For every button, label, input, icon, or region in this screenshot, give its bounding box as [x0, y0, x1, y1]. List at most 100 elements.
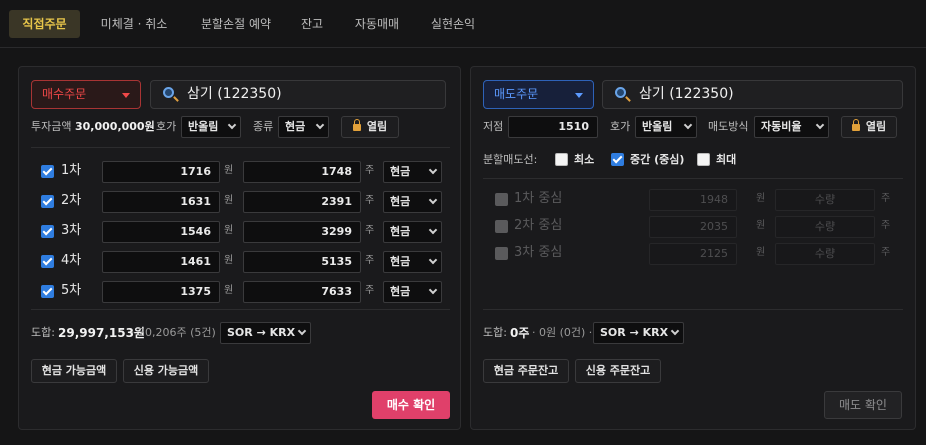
buy-open-button[interactable]: 열림 — [341, 116, 399, 138]
buy-tier-kind-select[interactable]: 현금 — [383, 281, 442, 303]
cash-order-balance-button[interactable]: 현금 주문잔고 — [483, 359, 569, 383]
sell-method-select[interactable]: 자동비율 — [754, 116, 829, 138]
buy-tier-label: 4차 — [61, 253, 82, 268]
chevron-down-icon — [428, 225, 438, 235]
invest-amount-label: 투자금액 — [31, 120, 72, 133]
unit-ju-label: 주 — [365, 225, 375, 236]
sell-tier-qty-input[interactable]: 수량 — [775, 243, 875, 265]
buy-tier-kind-value: 현금 — [390, 195, 411, 208]
sell-tier-price-input[interactable]: 2035 — [649, 216, 737, 238]
buy-kind-value: 현금 — [285, 120, 306, 133]
low-point-input[interactable]: 1510 — [508, 116, 598, 138]
tab-realized-pnl[interactable]: 실현손익 — [420, 10, 486, 38]
credit-order-balance-button[interactable]: 신용 주문잔고 — [575, 359, 661, 383]
buy-tier-qty-input[interactable]: 7633 — [243, 281, 361, 303]
buy-kind-label: 종류 — [253, 120, 274, 133]
divider — [31, 309, 450, 310]
sell-tier-checkbox[interactable] — [495, 193, 508, 206]
unit-won-label: 원 — [756, 247, 766, 258]
sell-stock-search[interactable]: 삼기 (122350) — [602, 80, 903, 109]
credit-available-button[interactable]: 신용 가능금액 — [123, 359, 209, 383]
buy-tier-checkbox[interactable] — [41, 165, 54, 178]
sell-order-type-select[interactable]: 매도주문 — [483, 80, 594, 109]
unit-won-label: 원 — [224, 255, 234, 266]
sell-route-value: SOR → KRX — [600, 326, 669, 339]
chevron-down-icon — [428, 255, 438, 265]
tab-unfilled-cancel[interactable]: 미체결 · 취소 — [88, 10, 180, 38]
sell-hoga-select[interactable]: 반올림 — [635, 116, 697, 138]
unit-ju-label: 주 — [881, 193, 891, 204]
buy-tier-qty-input[interactable]: 1748 — [243, 161, 361, 183]
divider — [31, 147, 450, 148]
option-min-label: 최소 — [574, 153, 595, 166]
buy-tier-price-input[interactable]: 1631 — [102, 191, 220, 213]
buy-tier-checkbox[interactable] — [41, 195, 54, 208]
buy-tier-price-input[interactable]: 1375 — [102, 281, 220, 303]
buy-panel: 매수주문 삼기 (122350) 투자금액 30,000,000원 호가 반올림… — [18, 66, 461, 430]
sell-tier-qty-input[interactable]: 수량 — [775, 216, 875, 238]
tab-auto-trade[interactable]: 자동매매 — [344, 10, 410, 38]
option-min-checkbox[interactable] — [555, 153, 568, 166]
split-sell-label: 분할매도선: — [483, 153, 538, 166]
lock-open-icon — [352, 119, 361, 131]
sell-tier-price-input[interactable]: 1948 — [649, 189, 737, 211]
unit-ju-label: 주 — [365, 255, 375, 266]
buy-hoga-label: 호가 — [156, 120, 177, 133]
sell-route-select[interactable]: SOR → KRX — [593, 322, 684, 344]
buy-tier-qty-input[interactable]: 5135 — [243, 251, 361, 273]
buy-tier-checkbox[interactable] — [41, 285, 54, 298]
option-max-label: 최대 — [716, 153, 737, 166]
buy-tier-kind-select[interactable]: 현금 — [383, 191, 442, 213]
tab-bar: 직접주문 미체결 · 취소 분할손절 예약 잔고 자동매매 실현손익 — [0, 0, 926, 48]
tab-split-stoploss[interactable]: 분할손절 예약 — [190, 10, 282, 38]
buy-tier-qty-input[interactable]: 2391 — [243, 191, 361, 213]
divider — [483, 178, 903, 179]
search-icon — [163, 87, 174, 98]
buy-tier-kind-select[interactable]: 현금 — [383, 161, 442, 183]
buy-tier-price-input[interactable]: 1461 — [102, 251, 220, 273]
chevron-down-icon — [428, 165, 438, 175]
sell-open-button[interactable]: 열림 — [841, 116, 897, 138]
unit-ju-label: 주 — [365, 195, 375, 206]
low-point-label: 저점 — [483, 120, 504, 133]
unit-won-label: 원 — [224, 225, 234, 236]
buy-tier-checkbox[interactable] — [41, 255, 54, 268]
divider — [483, 309, 903, 310]
buy-tier-kind-select[interactable]: 현금 — [383, 251, 442, 273]
tab-balance[interactable]: 잔고 — [290, 10, 334, 38]
buy-tier-price-input[interactable]: 1546 — [102, 221, 220, 243]
buy-tier-label: 5차 — [61, 283, 82, 298]
buy-tier-checkbox[interactable] — [41, 225, 54, 238]
buy-confirm-button[interactable]: 매수 확인 — [372, 391, 450, 419]
buy-kind-select[interactable]: 현금 — [278, 116, 329, 138]
buy-tier-qty-input[interactable]: 3299 — [243, 221, 361, 243]
chevron-down-icon — [815, 120, 825, 130]
caret-down-icon — [122, 93, 130, 98]
sell-tier-label: 2차 중심 — [514, 218, 563, 233]
chevron-down-icon — [227, 120, 237, 130]
caret-down-icon — [575, 93, 583, 98]
buy-order-type-select[interactable]: 매수주문 — [31, 80, 141, 109]
unit-won-label: 원 — [224, 285, 234, 296]
sell-tier-label: 1차 중심 — [514, 191, 563, 206]
buy-tier-price-input[interactable]: 1716 — [102, 161, 220, 183]
option-max-checkbox[interactable] — [697, 153, 710, 166]
sell-hoga-label: 호가 — [610, 120, 631, 133]
unit-won-label: 원 — [224, 165, 234, 176]
unit-won-label: 원 — [756, 193, 766, 204]
sell-confirm-button[interactable]: 매도 확인 — [824, 391, 902, 419]
sell-tier-checkbox[interactable] — [495, 220, 508, 233]
option-mid-checkbox[interactable] — [611, 153, 624, 166]
sell-tier-checkbox[interactable] — [495, 247, 508, 260]
cash-available-button[interactable]: 현금 가능금액 — [31, 359, 117, 383]
sell-open-label: 열림 — [865, 120, 887, 133]
tab-direct-order[interactable]: 직접주문 — [9, 10, 80, 38]
unit-won-label: 원 — [756, 220, 766, 231]
buy-stock-search[interactable]: 삼기 (122350) — [150, 80, 446, 109]
buy-tier-kind-value: 현금 — [390, 225, 411, 238]
sell-tier-price-input[interactable]: 2125 — [649, 243, 737, 265]
buy-route-select[interactable]: SOR → KRX — [220, 322, 311, 344]
sell-tier-qty-input[interactable]: 수량 — [775, 189, 875, 211]
buy-tier-kind-select[interactable]: 현금 — [383, 221, 442, 243]
buy-hoga-select[interactable]: 반올림 — [181, 116, 241, 138]
